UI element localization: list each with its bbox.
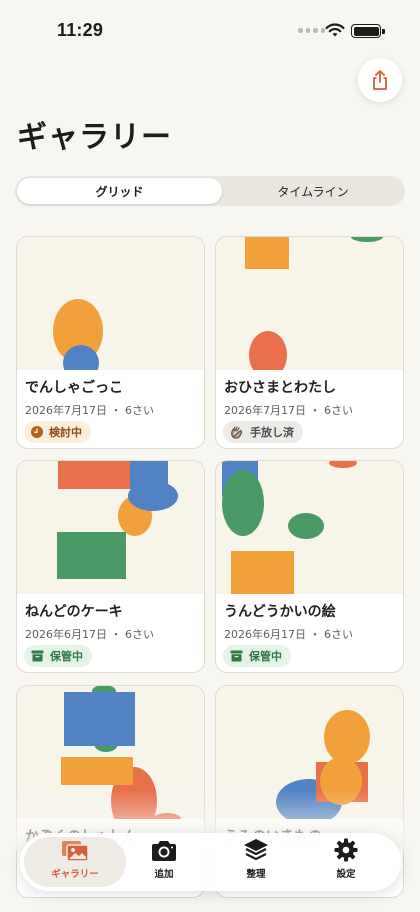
artwork-thumbnail [216,686,403,819]
wave-hand-icon [231,425,243,439]
cellular-signal-icon [298,28,325,33]
tab-gallery-label: ギャラリー [51,869,99,880]
tab-organize-label: 整理 [246,869,266,880]
artwork-thumbnail [17,461,204,594]
artwork-date-age: 2026年7月17日 ・ 6さい [25,404,154,417]
status-badge: 保管中 [24,645,92,667]
wifi-icon [325,23,345,37]
artwork-title: でんしゃごっこ [25,380,123,396]
artwork-thumbnail [216,461,403,594]
status-badge: 手放し済 [223,421,303,443]
status-badge: 保管中 [223,645,291,667]
page-title: ギャラリー [17,120,172,155]
share-icon [373,70,387,90]
artwork-card[interactable]: でんしゃごっこ 2026年7月17日 ・ 6さい 検討中 [16,236,205,449]
tab-bar: ギャラリー 追加 整理 設定 [20,833,401,891]
clock-icon [31,426,43,438]
status-bar: 11:29 [0,0,420,54]
status-badge-label: 手放し済 [250,426,294,439]
artwork-thumbnail [17,237,204,370]
artwork-thumbnail [216,237,403,370]
segment-timeline[interactable]: タイムライン [223,178,403,204]
status-badge-label: 検討中 [49,426,82,439]
artwork-date-age: 2026年6月17日 ・ 6さい [25,628,154,641]
gear-icon [334,838,358,862]
stack-layers-icon [244,839,268,861]
photo-gallery-icon [62,841,89,862]
status-badge-label: 保管中 [50,650,83,663]
artwork-title: おひさまとわたし [224,380,336,396]
artwork-card[interactable]: ねんどのケーキ 2026年6月17日 ・ 6さい 保管中 [16,460,205,673]
tab-settings-label: 設定 [336,869,356,880]
archive-box-icon [31,650,44,662]
archive-box-icon [230,650,243,662]
artwork-date-age: 2026年7月17日 ・ 6さい [224,404,353,417]
tab-add[interactable]: 追加 [134,837,194,887]
view-mode-segmented-control: グリッド タイムライン [15,176,405,206]
battery-icon [351,24,385,38]
artwork-date-age: 2026年6月17日 ・ 6さい [224,628,353,641]
segment-grid[interactable]: グリッド [17,178,222,204]
artwork-title: ねんどのケーキ [25,604,123,620]
status-badge-label: 保管中 [249,650,282,663]
artwork-thumbnail [17,686,204,819]
artwork-card[interactable]: おひさまとわたし 2026年7月17日 ・ 6さい 手放し済 [215,236,404,449]
camera-icon [152,841,176,861]
tab-add-label: 追加 [154,869,174,880]
status-time: 11:29 [57,20,104,40]
share-button[interactable] [358,58,402,102]
tab-organize[interactable]: 整理 [226,837,286,887]
artwork-card[interactable]: うんどうかいの絵 2026年6月17日 ・ 6さい 保管中 [215,460,404,673]
artwork-title: うんどうかいの絵 [224,604,336,620]
tab-settings[interactable]: 設定 [316,837,376,887]
tab-gallery[interactable]: ギャラリー [24,837,126,887]
status-badge: 検討中 [24,421,91,443]
